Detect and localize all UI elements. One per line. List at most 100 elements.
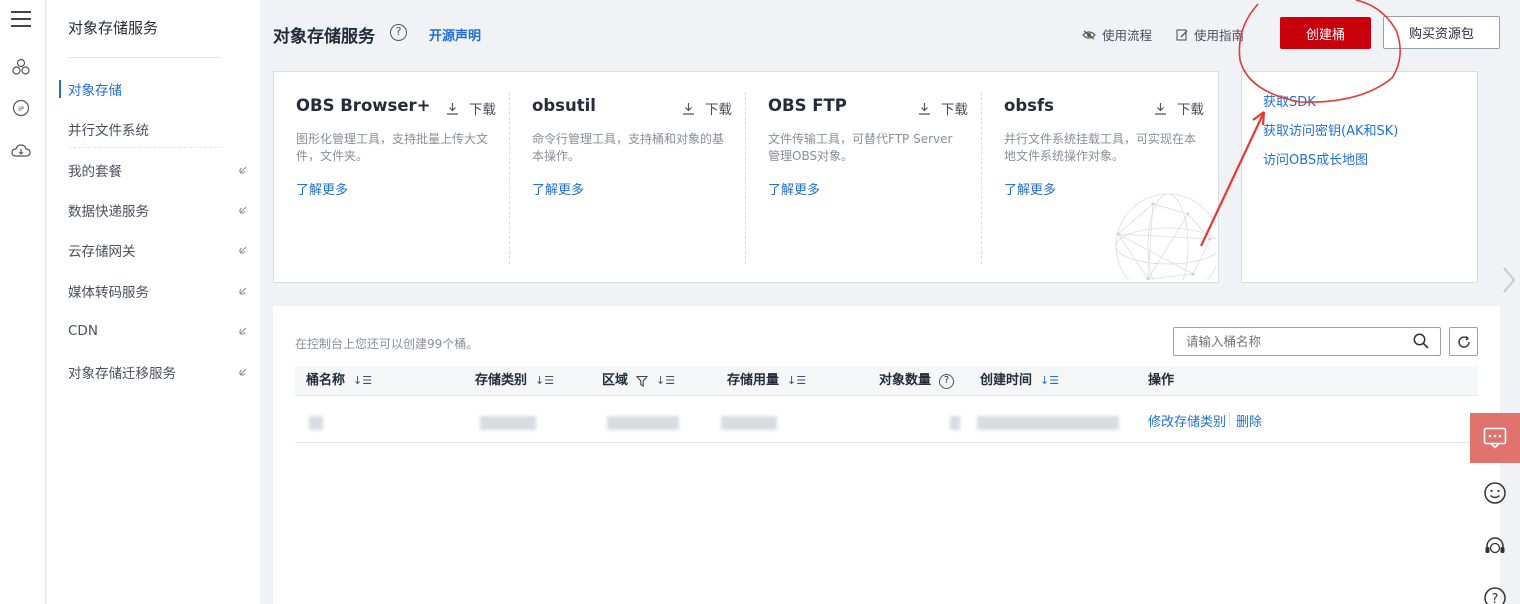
column-label: 存储用量 [727,373,780,388]
col-created-time[interactable]: 创建时间 ↓☰ [980,366,1059,396]
download-icon [919,102,930,115]
sidebar-item-label: 我的套餐 [68,164,122,180]
sort-icon[interactable]: ↓☰ [656,366,675,396]
external-link-icon [239,166,247,174]
tool-description: 并行文件系统挂载工具，可实现在本地文件系统操作对象。 [1004,132,1197,163]
menu-icon[interactable] [10,8,32,30]
sort-icon[interactable]: ↓☰ [353,366,372,396]
column-label: 对象数量 [879,373,932,388]
edit-icon [1176,28,1188,41]
buy-package-button[interactable]: 购买资源包 [1383,16,1500,49]
external-link-icon [239,206,247,214]
quick-links-panel: 获取SDK 获取访问密钥(AK和SK) 访问OBS成长地图 [1241,71,1478,283]
created-time-cell [977,416,1119,430]
col-storage-class[interactable]: 存储类别 ↓☰ [475,366,554,396]
col-storage-usage[interactable]: 存储用量 ↓☰ [727,366,806,396]
sidebar-item-data-express[interactable]: 数据快递服务 [68,200,248,220]
usage-flow-label: 使用流程 [1102,28,1153,43]
sidebar-item-label: 并行文件系统 [68,123,149,139]
customer-service-icon[interactable] [1483,535,1507,559]
help-circle-icon[interactable]: ? [1483,586,1507,604]
sort-desc-icon[interactable]: ↓☰ [1040,366,1059,396]
col-bucket-name[interactable]: 桶名称 ↓☰ [306,366,372,396]
usage-flow-link[interactable]: 使用流程 [1082,25,1152,44]
divider [1229,412,1230,425]
sidebar-item-migration[interactable]: 对象存储迁移服务 [68,362,248,382]
bucket-quota-text: 在控制台上您还可以创建99个桶。 [295,337,479,351]
tool-description: 图形化管理工具，支持批量上传大文件，文件夹。 [296,132,489,163]
cloud-icon[interactable] [10,140,32,162]
filter-icon[interactable] [636,375,649,387]
sidebar-item-storage-gateway[interactable]: 云存储网关 [68,240,248,260]
tool-card: OBS FTP 下载 文件传输工具，可替代FTP Server管理OBS对象。 … [746,72,982,284]
globe-decoration [1115,193,1216,280]
help-icon[interactable]: ? [939,373,955,389]
bucket-list-panel: 在控制台上您还可以创建99个桶。 桶名称 ↓☰ 存储类别 ↓☰ 区域 ↓☰ 存储用量… [273,306,1500,604]
refresh-icon [1457,335,1470,348]
svg-text:?: ? [1492,592,1499,604]
sidebar-item-cdn[interactable]: CDN [68,321,248,341]
chat-button[interactable] [1470,413,1520,463]
tool-description: 命令行管理工具，支持桶和对象的基本操作。 [532,132,725,163]
download-icon [1155,102,1166,115]
smiley-feedback-icon[interactable] [1483,481,1507,505]
download-label: 下载 [1177,102,1204,118]
sidebar: 对象存储服务 对象存储 并行文件系统 我的套餐 数据快递服务 云存储网关 媒体转… [47,0,260,604]
svg-text:IP: IP [18,105,24,113]
chevron-right-icon[interactable] [1500,266,1518,294]
sidebar-item-label: 数据快递服务 [68,204,149,220]
sort-icon[interactable]: ↓☰ [535,366,554,396]
active-indicator [59,80,61,98]
col-object-count: 对象数量 ? [879,366,955,396]
open-source-link[interactable]: 开源声明 [429,25,481,44]
download-label: 下载 [705,102,732,118]
modify-storage-class-link[interactable]: 修改存储类别 [1148,411,1226,430]
refresh-button[interactable] [1449,327,1478,356]
usage-guide-link[interactable]: 使用指南 [1176,25,1244,44]
get-access-key-link[interactable]: 获取访问密钥(AK和SK) [1263,123,1477,152]
learn-more-link[interactable]: 了解更多 [296,179,488,198]
download-link[interactable]: 下载 [682,98,732,118]
page-title: 对象存储服务 [273,27,375,47]
sidebar-item-label: 对象存储 [68,83,122,99]
column-label: 存储类别 [475,373,528,388]
growth-map-link[interactable]: 访问OBS成长地图 [1263,152,1477,181]
col-actions: 操作 [1148,366,1174,396]
download-icon [683,102,694,115]
sidebar-item-my-packages[interactable]: 我的套餐 [68,160,248,180]
download-label: 下载 [469,102,496,118]
usage-guide-label: 使用指南 [1194,28,1245,43]
download-label: 下载 [941,102,968,118]
sidebar-item-parallel-fs[interactable]: 并行文件系统 [68,119,248,139]
ip-icon[interactable]: IP [10,97,32,119]
download-link[interactable]: 下载 [446,98,496,118]
bucket-name-cell[interactable] [309,416,323,430]
learn-more-link[interactable]: 了解更多 [768,179,960,198]
table-header: 桶名称 ↓☰ 存储类别 ↓☰ 区域 ↓☰ 存储用量 ↓☰ 对象数量 ? 创建时间 ↓☰ … [295,366,1478,396]
table-row: 修改存储类别 删除 [295,397,1478,443]
sidebar-title: 对象存储服务 [68,19,159,37]
object-count-cell [950,416,960,430]
download-link[interactable]: 下载 [918,98,968,118]
learn-more-link[interactable]: 了解更多 [532,179,724,198]
sort-icon[interactable]: ↓☰ [787,366,806,396]
column-label: 操作 [1148,373,1175,388]
tools-panel: OBS Browser+ 下载 图形化管理工具，支持批量上传大文件，文件夹。 了… [273,71,1219,283]
search-icon[interactable] [1413,333,1429,349]
storage-class-cell [480,416,536,430]
help-icon[interactable]: ? [390,24,407,41]
sidebar-item-media-transcode[interactable]: 媒体转码服务 [68,281,248,301]
sidebar-item-label: 媒体转码服务 [68,285,149,301]
col-region[interactable]: 区域 ↓☰ [602,366,675,396]
external-link-icon [239,287,247,295]
sidebar-item-label: 对象存储迁移服务 [68,366,176,382]
get-sdk-link[interactable]: 获取SDK [1263,94,1477,123]
cluster-icon[interactable] [10,56,32,78]
download-link[interactable]: 下载 [1154,98,1204,118]
create-bucket-button[interactable]: 创建桶 [1280,17,1371,49]
sidebar-item-object-storage[interactable]: 对象存储 [68,79,248,99]
delete-link[interactable]: 删除 [1236,411,1262,430]
bucket-search-input[interactable] [1173,327,1441,356]
divider [68,57,222,58]
download-icon [447,102,458,115]
